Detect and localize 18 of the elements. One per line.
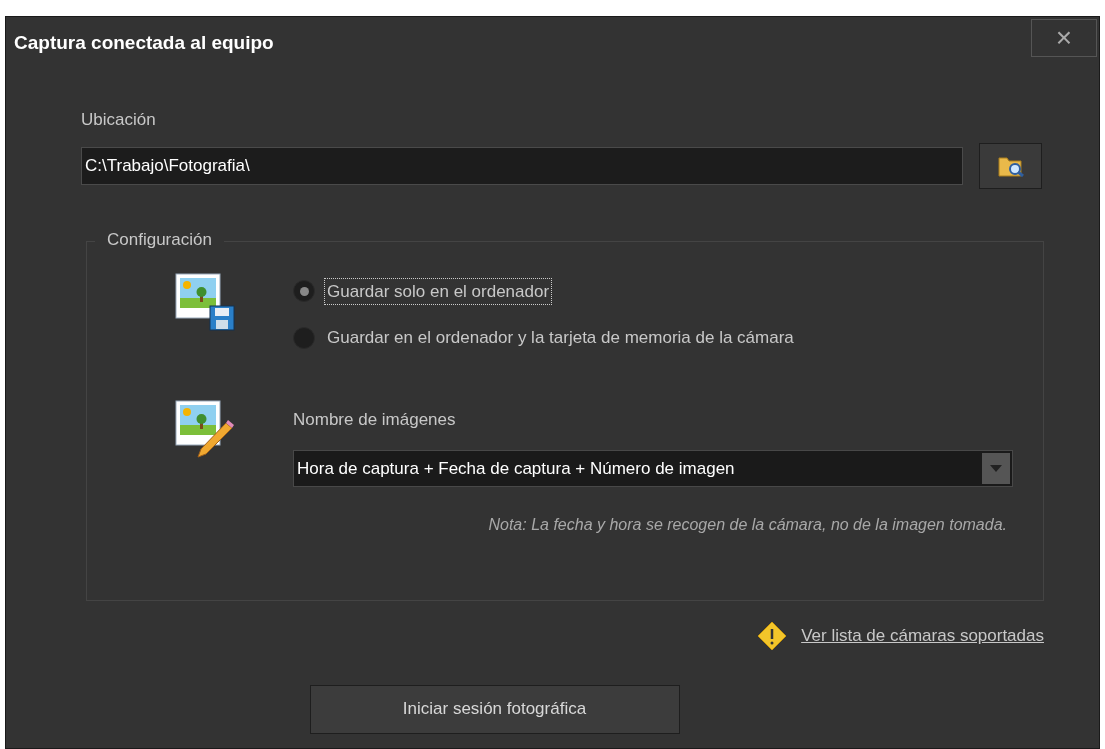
naming-dropdown[interactable]: Hora de captura + Fecha de captura + Número de imagen <box>293 450 1013 487</box>
radio-option[interactable]: Guardar en el ordenador y la tarjeta de memoria de la cámara <box>293 325 797 351</box>
browse-button[interactable] <box>979 142 1042 189</box>
close-button[interactable]: × <box>1031 19 1097 57</box>
note-text: Nota: La fecha y hora se recogen de la cámara, no de la imagen tomada. <box>488 515 1007 535</box>
radio-button[interactable] <box>293 280 315 303</box>
radio-option[interactable]: Guardar solo en el ordenador <box>293 277 797 305</box>
warning-icon <box>757 620 788 651</box>
folder-search-icon <box>997 154 1024 177</box>
naming-label: Nombre de imágenes <box>293 408 457 431</box>
location-field[interactable]: C:\Trabajo\Fotografia\ <box>81 146 963 185</box>
location-label: Ubicación <box>81 109 157 131</box>
save-picture-icon <box>174 271 236 334</box>
dropdown-caret-icon <box>990 465 1002 472</box>
supported-cameras-link[interactable]: Ver lista de cámaras soportadas <box>801 622 1044 649</box>
edit-picture-icon <box>174 398 236 461</box>
start-session-button[interactable]: Iniciar sesión fotográfica <box>309 684 680 734</box>
window-title: Captura conectada al equipo <box>14 31 274 55</box>
